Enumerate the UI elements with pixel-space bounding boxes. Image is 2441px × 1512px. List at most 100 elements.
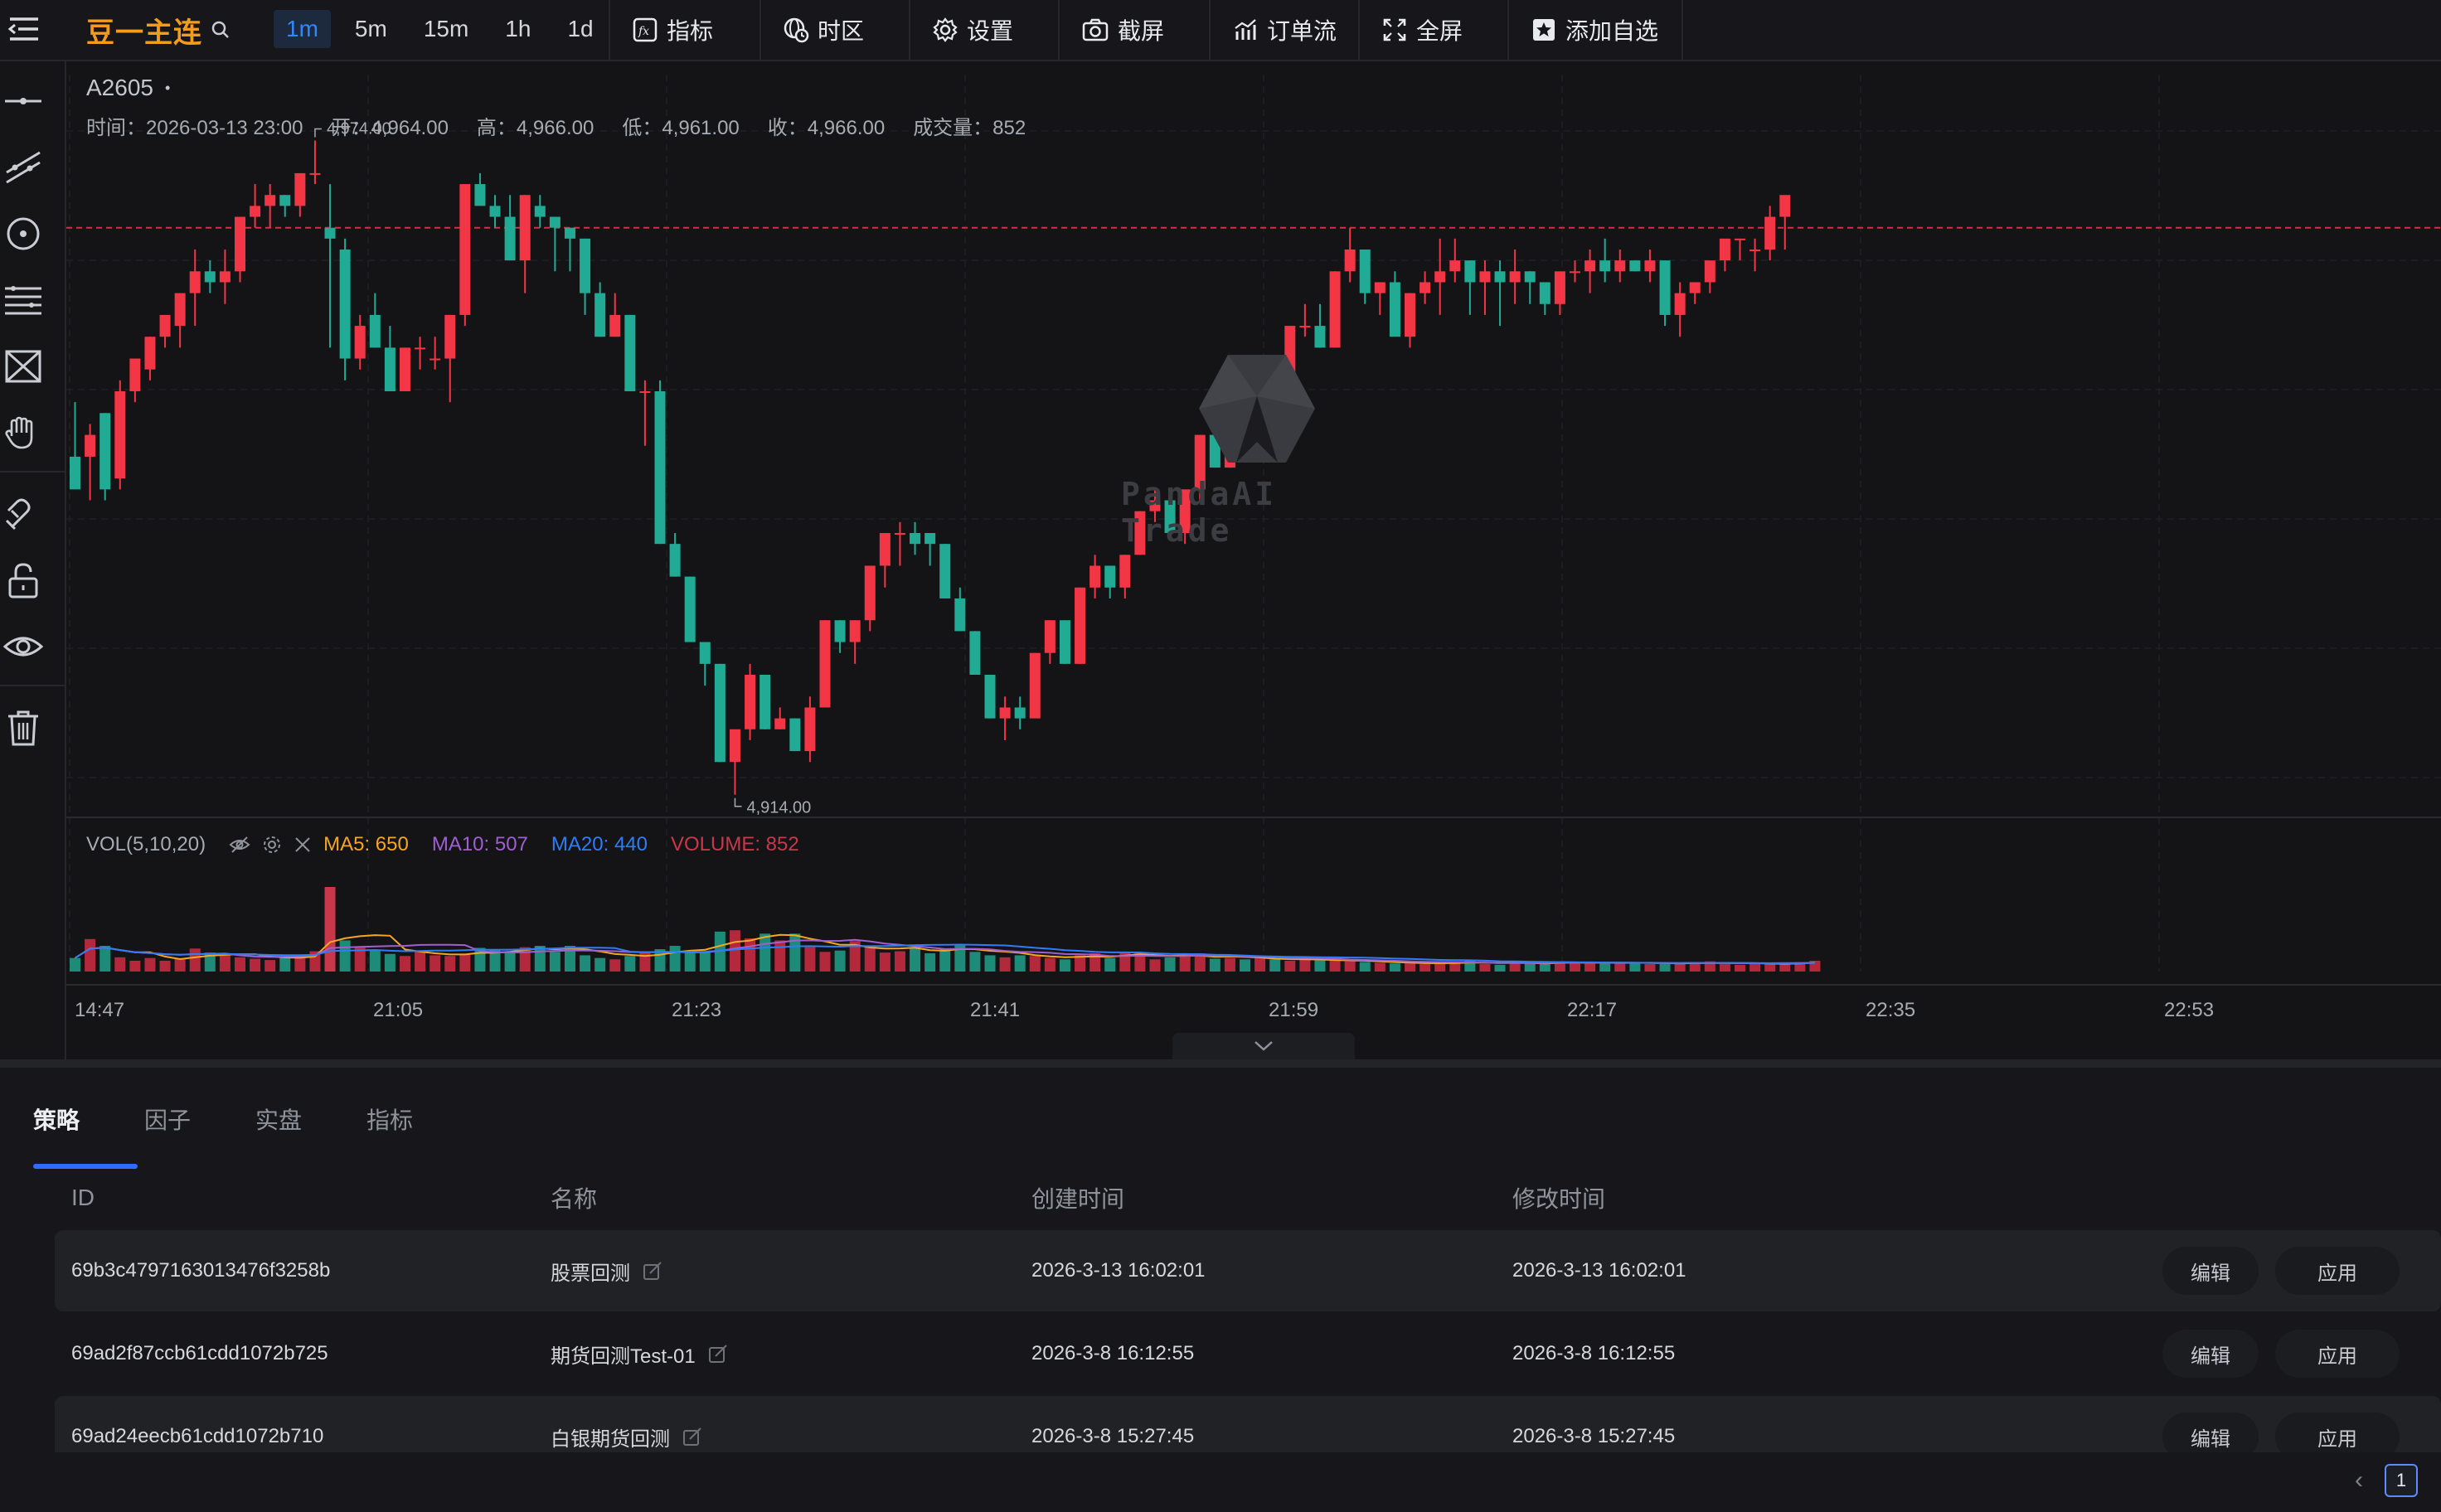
apply-button[interactable]: 应用 [2275, 1413, 2400, 1452]
volume-bar [99, 945, 111, 972]
candle-body [1405, 293, 1416, 337]
volume-bar [264, 960, 276, 972]
close-icon[interactable] [294, 836, 312, 854]
screenshot-button[interactable]: 截屏 [1058, 0, 1209, 60]
settings-button[interactable]: 设置 [909, 0, 1058, 60]
edit-button[interactable]: 编辑 [2162, 1413, 2259, 1452]
candle-body [1584, 260, 1596, 272]
tool-delete[interactable] [0, 703, 46, 753]
table-row[interactable]: 69ad2f87ccb61cdd1072b725 期货回测Test-01 202… [55, 1313, 2441, 1394]
interval-1m[interactable]: 1m [274, 10, 331, 48]
candlestick-chart[interactable]: 4,974.004,914.0014:47 21:05 21:23 21:41 21:5… [66, 61, 2441, 1059]
candle-body [1344, 250, 1356, 272]
volume-bar [969, 952, 981, 972]
tool-magnet[interactable] [0, 489, 46, 539]
ohlc-open: 开：4,964.00 [331, 117, 449, 139]
screenshot-label: 截屏 [1118, 18, 1165, 44]
prev-page-button[interactable]: ‹ [2355, 1466, 2363, 1495]
candle-body [954, 598, 966, 632]
volume-bar [1149, 959, 1161, 972]
volume-bar [1764, 964, 1776, 972]
volume-legend: VOL(5,10,20) MA5: 650 MA10: 507 MA20: 44… [86, 833, 799, 856]
volume-bar [1314, 960, 1326, 972]
candle-body [174, 293, 186, 327]
add-watchlist-button[interactable]: 添加自选 [1507, 0, 1683, 60]
collapse-panel-button[interactable] [1172, 1033, 1355, 1059]
interval-15m[interactable]: 15m [411, 10, 481, 48]
table-row[interactable]: 69ad24eecb61cdd1072b710 白银期货回测 2026-3-8 … [55, 1396, 2441, 1452]
edit-button[interactable]: 编辑 [2162, 1247, 2259, 1295]
tool-hand[interactable] [0, 408, 46, 458]
volume-bar [144, 957, 156, 972]
candle-body [219, 271, 231, 283]
status-dot-icon: • [164, 79, 171, 96]
candle-body [1749, 250, 1761, 251]
volume-bar [1224, 957, 1235, 972]
tool-fib-lines[interactable] [0, 275, 46, 325]
tab-strategy[interactable]: 策略 [33, 1068, 80, 1170]
tool-horizontal-line[interactable] [0, 76, 46, 126]
tool-visibility[interactable] [0, 622, 46, 671]
volume-bar [189, 948, 201, 972]
row-name: 白银期货回测 [551, 1427, 670, 1451]
candle-body [1075, 587, 1086, 664]
indicators-button[interactable]: fx 指标 [609, 0, 759, 60]
candle-body [879, 533, 891, 566]
chart-symbol-row: A2605 • [86, 75, 170, 101]
candle-body [1764, 216, 1776, 250]
volume-bar [1659, 964, 1671, 972]
volume-bar [159, 960, 171, 972]
volume-bar [279, 957, 291, 972]
volume-bar [1570, 963, 1580, 972]
volume-bar [1104, 957, 1116, 972]
tool-lock[interactable] [0, 555, 46, 605]
apply-button[interactable]: 应用 [2275, 1247, 2400, 1295]
tab-live[interactable]: 实盘 [255, 1068, 302, 1170]
candle-body [114, 391, 126, 479]
interval-5m[interactable]: 5m [342, 10, 400, 48]
tool-trend-lines[interactable] [0, 143, 46, 192]
bottom-tabs: 策略 因子 实盘 指标 [33, 1068, 478, 1170]
volume-bar [729, 930, 740, 972]
ohlc-close: 收：4,966.00 [767, 117, 886, 139]
volume-bar [1374, 962, 1385, 972]
edit-pencil-icon[interactable] [642, 1260, 663, 1282]
volume-bar [910, 947, 921, 972]
gear-icon[interactable] [262, 835, 282, 855]
tool-pattern[interactable] [0, 342, 46, 391]
orderflow-button[interactable]: 订单流 [1209, 0, 1358, 60]
tool-circle[interactable] [0, 209, 46, 259]
symbol-search-button[interactable]: 豆一主连 [86, 10, 231, 50]
candle-body [250, 206, 261, 217]
timezone-button[interactable]: 时区 [759, 0, 909, 60]
eye-off-icon[interactable] [229, 834, 250, 855]
edit-pencil-icon[interactable] [682, 1426, 703, 1447]
volume-bar [984, 955, 996, 972]
panel-divider[interactable] [0, 1059, 2441, 1068]
fullscreen-button[interactable]: 全屏 [1358, 0, 1507, 60]
tab-indicator[interactable]: 指标 [366, 1068, 413, 1170]
edit-pencil-icon[interactable] [707, 1343, 729, 1364]
volume-bar [1524, 962, 1536, 972]
volume-bar [129, 960, 141, 972]
candle-body [894, 533, 905, 535]
volume-bar [1254, 957, 1266, 972]
edit-button[interactable]: 编辑 [2162, 1330, 2259, 1378]
page-number-button[interactable]: 1 [2385, 1464, 2418, 1497]
candle-body [1044, 620, 1056, 653]
candle-body [609, 314, 621, 337]
candle-body [1734, 238, 1745, 240]
apply-button[interactable]: 应用 [2275, 1330, 2400, 1378]
volume-bar [85, 938, 96, 972]
unlock-icon [8, 563, 38, 598]
volume-bar [1209, 958, 1220, 972]
table-row[interactable]: 69b3c4797163013476f3258b 股票回测 2026-3-13 … [55, 1230, 2441, 1311]
candle-body [1614, 260, 1626, 272]
interval-1d[interactable]: 1d [555, 10, 605, 48]
fibonacci-lines-icon [5, 286, 41, 315]
menu-button[interactable] [3, 8, 43, 50]
tab-factor[interactable]: 因子 [144, 1068, 191, 1170]
candle-body [1299, 326, 1311, 328]
trend-line-icon [6, 151, 41, 184]
interval-1h[interactable]: 1h [493, 10, 543, 48]
